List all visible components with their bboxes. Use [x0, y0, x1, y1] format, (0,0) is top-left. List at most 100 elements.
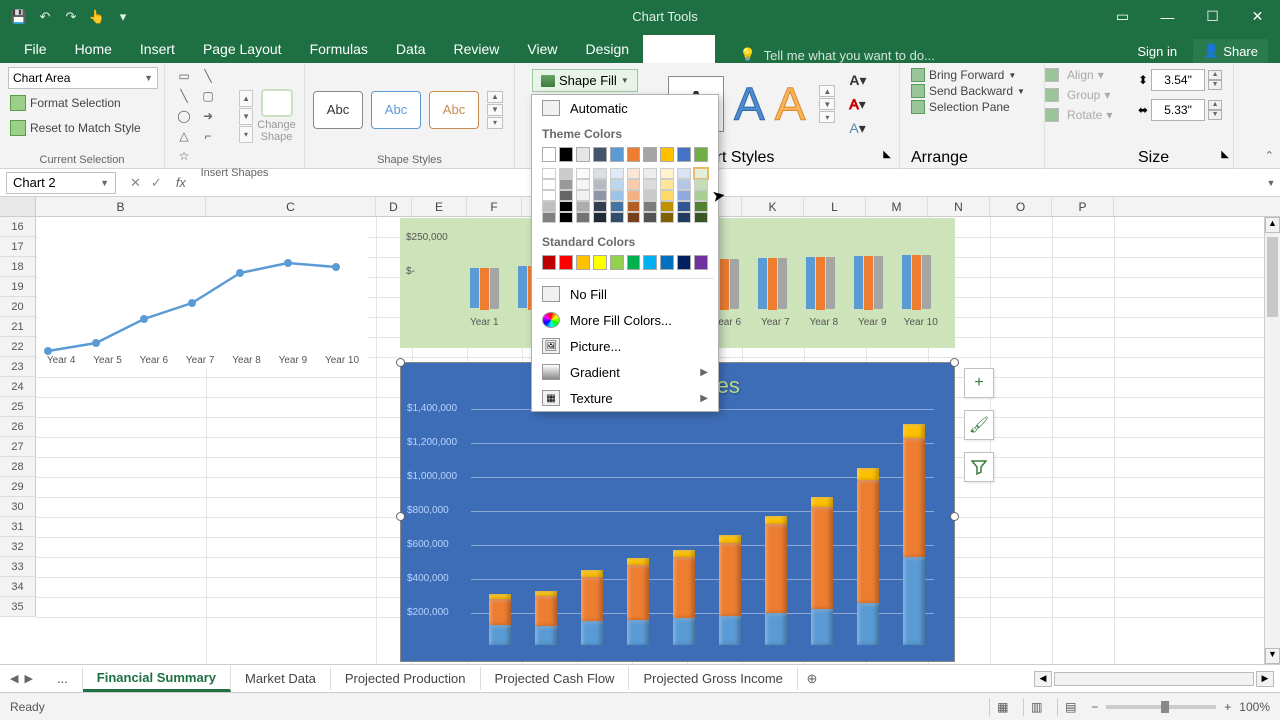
- color-swatch[interactable]: [660, 212, 674, 223]
- minimize-button[interactable]: —: [1145, 0, 1190, 33]
- dialog-launcher-icon[interactable]: ◣: [1221, 149, 1229, 167]
- row-header[interactable]: 29: [0, 477, 36, 497]
- style-gallery-more[interactable]: ▾: [487, 117, 503, 129]
- row-header[interactable]: 32: [0, 537, 36, 557]
- color-swatch[interactable]: [559, 201, 573, 212]
- color-swatch[interactable]: [660, 168, 674, 179]
- shape-star-icon[interactable]: ☆: [173, 147, 195, 165]
- color-swatch[interactable]: [559, 212, 573, 223]
- tab-review[interactable]: Review: [440, 35, 514, 63]
- more-fill-colors[interactable]: More Fill Colors...: [532, 307, 718, 333]
- tab-formulas[interactable]: Formulas: [296, 35, 382, 63]
- color-swatch[interactable]: [610, 179, 624, 190]
- color-swatch[interactable]: [542, 212, 556, 223]
- sheet-tab-more[interactable]: ...: [43, 667, 83, 690]
- col-header[interactable]: D: [376, 197, 412, 216]
- shape-style-1[interactable]: Abc: [313, 91, 363, 129]
- row-header[interactable]: 21: [0, 317, 36, 337]
- row-header[interactable]: 22: [0, 337, 36, 357]
- col-header[interactable]: M: [866, 197, 928, 216]
- undo-button[interactable]: ↶: [34, 6, 56, 28]
- row-header[interactable]: 31: [0, 517, 36, 537]
- text-effects-button[interactable]: A▾: [849, 119, 871, 137]
- color-swatch[interactable]: [542, 255, 556, 270]
- chart-element-selector[interactable]: Chart Area▼: [8, 67, 158, 89]
- name-box[interactable]: Chart 2▼: [6, 172, 116, 194]
- color-swatch[interactable]: [694, 147, 708, 162]
- shape-style-3[interactable]: Abc: [429, 91, 479, 129]
- row-header[interactable]: 30: [0, 497, 36, 517]
- shape-gallery[interactable]: ▭╲╲ ▢◯➜ △⌐☆: [173, 67, 233, 165]
- col-header[interactable]: K: [742, 197, 804, 216]
- color-swatch[interactable]: [660, 190, 674, 201]
- width-input[interactable]: 5.33": [1151, 99, 1205, 121]
- col-header[interactable]: E: [412, 197, 467, 216]
- dialog-launcher-icon[interactable]: ◣: [883, 149, 891, 167]
- style-gallery-down[interactable]: ▼: [487, 104, 503, 116]
- color-swatch[interactable]: [559, 190, 573, 201]
- expand-formula-bar[interactable]: ▼: [1262, 178, 1280, 188]
- color-swatch[interactable]: [576, 255, 590, 270]
- bring-forward-button[interactable]: Bring Forward ▼: [911, 67, 1038, 83]
- color-swatch[interactable]: [694, 255, 708, 270]
- gallery-more[interactable]: ▾: [239, 126, 253, 143]
- tab-format[interactable]: Format: [643, 35, 715, 63]
- color-swatch[interactable]: [677, 201, 691, 212]
- tell-me-box[interactable]: 💡Tell me what you want to do...: [715, 47, 1137, 63]
- color-swatch[interactable]: [576, 201, 590, 212]
- color-swatch[interactable]: [660, 179, 674, 190]
- shape-line2-icon[interactable]: ╲: [173, 87, 195, 105]
- color-swatch[interactable]: [576, 190, 590, 201]
- color-swatch[interactable]: [576, 212, 590, 223]
- shape-brace-icon[interactable]: ⌐: [197, 127, 219, 145]
- view-normal-icon[interactable]: ▦: [989, 698, 1015, 716]
- color-swatch[interactable]: [694, 190, 708, 201]
- close-button[interactable]: ✕: [1235, 0, 1280, 33]
- text-outline-button[interactable]: A▾: [849, 95, 871, 113]
- shape-oval-icon[interactable]: ◯: [173, 107, 195, 125]
- zoom-out-button[interactable]: −: [1091, 700, 1098, 714]
- color-swatch[interactable]: [542, 179, 556, 190]
- tab-nav-prev[interactable]: ◀: [10, 672, 18, 685]
- selection-pane-button[interactable]: Selection Pane: [911, 99, 1038, 115]
- color-swatch[interactable]: [542, 201, 556, 212]
- col-header[interactable]: L: [804, 197, 866, 216]
- color-swatch[interactable]: [643, 179, 657, 190]
- collapse-ribbon-button[interactable]: ⌃: [1265, 149, 1274, 162]
- color-swatch[interactable]: [677, 255, 691, 270]
- cancel-icon[interactable]: ✕: [130, 175, 141, 191]
- row-header[interactable]: 19: [0, 277, 36, 297]
- zoom-level[interactable]: 100%: [1239, 700, 1270, 714]
- color-swatch[interactable]: [593, 255, 607, 270]
- zoom-slider[interactable]: [1106, 705, 1216, 709]
- color-swatch[interactable]: [627, 147, 641, 162]
- select-all-corner[interactable]: [0, 197, 36, 216]
- tab-file[interactable]: File: [10, 35, 61, 63]
- tab-view[interactable]: View: [513, 35, 571, 63]
- wa-gallery-down[interactable]: ▼: [819, 98, 835, 110]
- color-swatch[interactable]: [593, 179, 607, 190]
- sheet-tab-financial-summary[interactable]: Financial Summary: [83, 666, 231, 692]
- color-swatch[interactable]: [610, 255, 624, 270]
- save-button[interactable]: 💾: [8, 6, 30, 28]
- no-fill[interactable]: No Fill: [532, 281, 718, 307]
- shape-tri-icon[interactable]: △: [173, 127, 195, 145]
- color-swatch[interactable]: [610, 190, 624, 201]
- row-header[interactable]: 20: [0, 297, 36, 317]
- share-button[interactable]: 👤Share: [1193, 39, 1268, 63]
- hscroll-track[interactable]: [1054, 672, 1254, 686]
- col-header[interactable]: F: [467, 197, 522, 216]
- color-swatch[interactable]: [576, 179, 590, 190]
- wordart-style-2[interactable]: A: [734, 77, 765, 131]
- color-swatch[interactable]: [643, 190, 657, 201]
- color-swatch[interactable]: [660, 147, 674, 162]
- color-swatch[interactable]: [542, 147, 556, 162]
- color-swatch[interactable]: [677, 147, 691, 162]
- chart-styles-button[interactable]: 🖌: [964, 410, 994, 440]
- color-swatch[interactable]: [610, 147, 624, 162]
- col-header[interactable]: P: [1052, 197, 1114, 216]
- col-header[interactable]: O: [990, 197, 1052, 216]
- ribbon-display-icon[interactable]: ▭: [1100, 0, 1145, 33]
- gallery-up[interactable]: ▲: [239, 90, 253, 107]
- color-swatch[interactable]: [593, 147, 607, 162]
